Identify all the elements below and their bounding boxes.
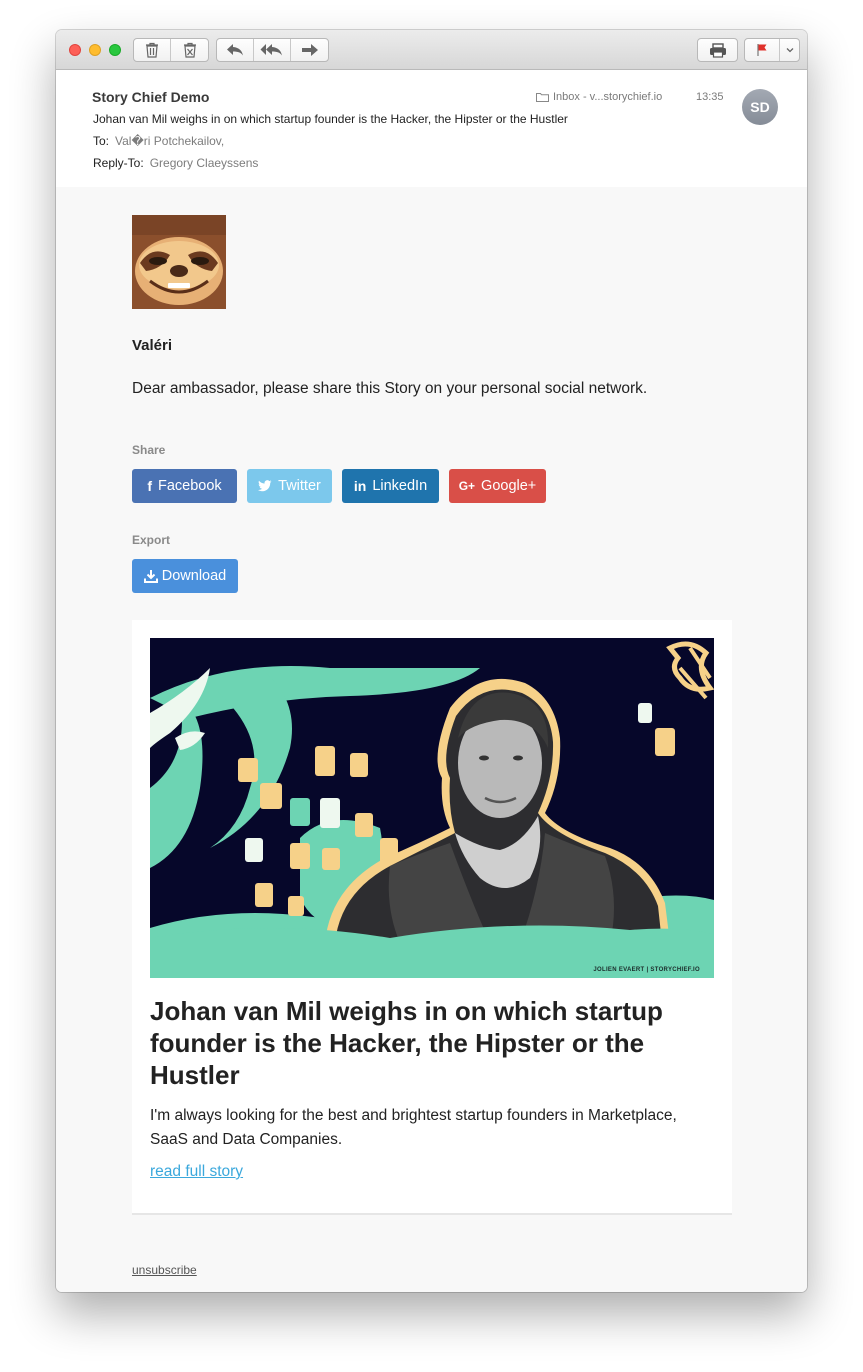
- facebook-button-label: Facebook: [157, 478, 222, 494]
- reply-all-button[interactable]: [254, 39, 291, 61]
- to-recipient[interactable]: Val�ri Potchekailov,: [115, 134, 224, 148]
- close-window-button[interactable]: [69, 44, 81, 56]
- download-button[interactable]: Download: [132, 559, 238, 593]
- delete-button-group: [133, 38, 209, 62]
- to-line: To: Val�ri Potchekailov,: [93, 134, 224, 148]
- reply-to-label: Reply-To:: [93, 156, 144, 170]
- flag-button-group: [744, 38, 800, 62]
- chevron-down-icon: [786, 48, 793, 53]
- trash-button[interactable]: [134, 39, 171, 61]
- toolbar: [56, 30, 807, 70]
- facebook-icon: f: [147, 478, 152, 494]
- mailbox-location[interactable]: Inbox - v...storychief.io: [536, 91, 662, 103]
- flag-button[interactable]: [745, 39, 780, 61]
- ambassador-name: Valéri: [132, 337, 173, 354]
- linkedin-share-button[interactable]: in LinkedIn: [342, 469, 439, 503]
- twitter-share-button[interactable]: Twitter: [247, 469, 332, 503]
- export-label: Export: [132, 533, 171, 547]
- junk-button[interactable]: [171, 39, 208, 61]
- folder-icon: [536, 93, 549, 102]
- sender-name: Story Chief Demo: [92, 89, 210, 105]
- download-icon: [143, 570, 158, 583]
- download-button-label: Download: [161, 568, 227, 584]
- footer-divider: [132, 1213, 732, 1215]
- print-button[interactable]: [698, 39, 737, 61]
- reply-all-icon: [260, 44, 282, 56]
- reply-to-address[interactable]: Gregory Claeyssens: [150, 156, 259, 170]
- linkedin-icon: in: [353, 478, 367, 494]
- forward-icon: [301, 44, 318, 56]
- zoom-window-button[interactable]: [109, 44, 121, 56]
- image-credit: JOLIEN EVAERT | STORYCHIEF.IO: [593, 967, 700, 973]
- story-hero-image[interactable]: JOLIEN EVAERT | STORYCHIEF.IO: [150, 638, 714, 978]
- share-label: Share: [132, 443, 166, 457]
- print-icon: [709, 42, 726, 58]
- intro-text: Dear ambassador, please share this Story…: [132, 380, 648, 397]
- googleplus-button-label: Google+: [481, 478, 537, 494]
- twitter-button-label: Twitter: [278, 478, 321, 494]
- twitter-icon: [258, 480, 272, 492]
- flag-icon: [757, 44, 767, 56]
- unsubscribe-link[interactable]: unsubscribe: [132, 1263, 197, 1277]
- story-title[interactable]: Johan van Mil weighs in on which startup…: [150, 995, 710, 1091]
- reply-button-group: [216, 38, 329, 62]
- story-excerpt: I'm always looking for the best and brig…: [150, 1107, 677, 1148]
- facebook-share-button[interactable]: f Facebook: [132, 469, 237, 503]
- linkedin-button-label: LinkedIn: [372, 478, 428, 494]
- reply-icon: [227, 44, 243, 56]
- to-label: To:: [93, 134, 110, 148]
- story-card: JOLIEN EVAERT | STORYCHIEF.IO Johan van …: [132, 620, 732, 1213]
- mail-window: Story Chief Demo Johan van Mil weighs in…: [56, 30, 807, 1292]
- forward-button[interactable]: [291, 39, 328, 61]
- sloth-avatar-image: [132, 215, 226, 309]
- minimize-window-button[interactable]: [89, 44, 101, 56]
- message-subject: Johan van Mil weighs in on which startup…: [93, 112, 568, 126]
- sender-avatar[interactable]: SD: [742, 89, 778, 125]
- trash-icon: [146, 42, 158, 58]
- message-time: 13:35: [696, 91, 724, 103]
- reply-to-line: Reply-To: Gregory Claeyssens: [93, 156, 258, 170]
- read-full-story-link[interactable]: read full story: [150, 1163, 243, 1181]
- flag-menu-button[interactable]: [780, 39, 799, 61]
- message-header: Story Chief Demo Johan van Mil weighs in…: [56, 70, 807, 187]
- profile-picture: [132, 215, 226, 309]
- message-body: Valéri Dear ambassador, please share thi…: [56, 187, 807, 1292]
- print-button-group: [697, 38, 738, 62]
- googleplus-share-button[interactable]: G+ Google+: [449, 469, 546, 503]
- googleplus-icon: G+: [458, 479, 476, 493]
- junk-icon: [183, 42, 196, 58]
- story-illustration: [150, 638, 714, 978]
- mailbox-name: Inbox - v...storychief.io: [553, 91, 663, 103]
- reply-button[interactable]: [217, 39, 254, 61]
